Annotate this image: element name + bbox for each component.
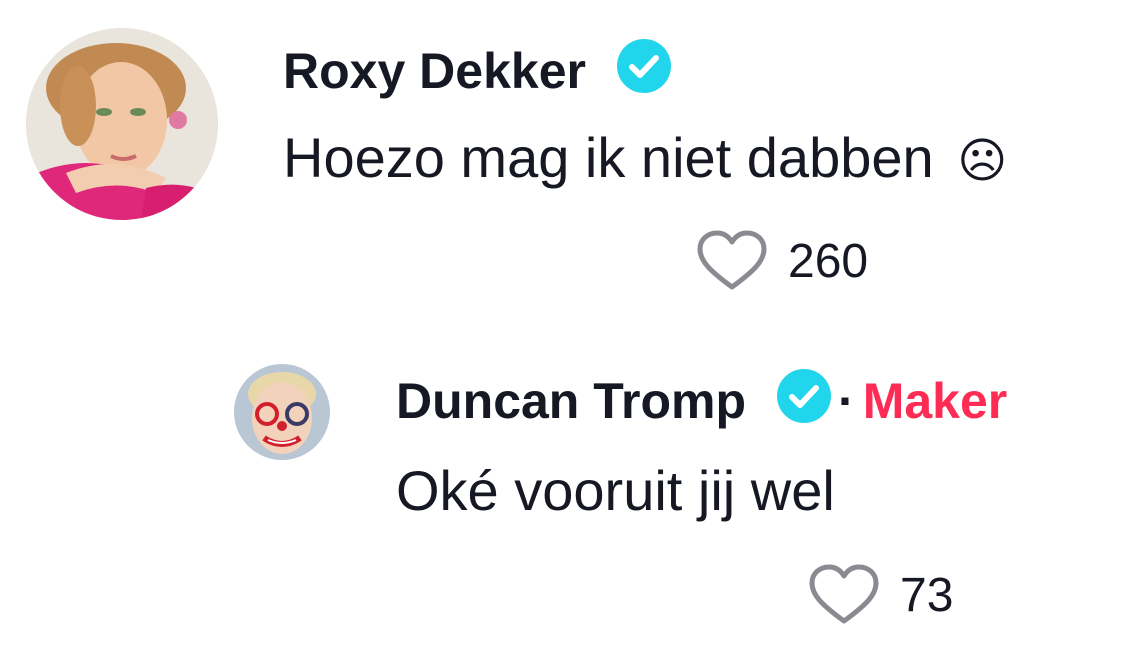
frown-emoji: ☹ <box>957 133 1008 189</box>
avatar-boy-face-paint-icon <box>234 364 330 460</box>
separator-dot: · <box>838 373 855 429</box>
maker-badge: Maker <box>862 373 1008 429</box>
avatar-woman-portrait-icon <box>26 28 218 220</box>
reply-item: Duncan Tromp · Maker Oké vooruit jij wel… <box>0 340 1140 646</box>
like-count: 260 <box>788 234 869 288</box>
heart-outline-icon <box>697 230 767 290</box>
username-text: Duncan Tromp <box>396 373 747 429</box>
like-button[interactable]: 73 <box>808 562 953 628</box>
avatar[interactable] <box>234 364 330 460</box>
reply-username[interactable]: Duncan Tromp · Maker <box>396 369 1008 432</box>
verified-badge-icon <box>616 39 671 93</box>
like-button[interactable]: 260 <box>696 228 868 294</box>
heart-outline-icon <box>809 564 879 624</box>
avatar[interactable] <box>26 28 218 220</box>
verified-badge-icon <box>777 369 832 423</box>
comment-item: Roxy Dekker Hoezo mag ik niet dabben ☹ 2… <box>0 0 1140 320</box>
username-text: Roxy Dekker <box>283 43 586 99</box>
like-count: 73 <box>900 568 954 622</box>
comment-text: Hoezo mag ik niet dabben ☹ <box>283 126 1008 189</box>
comment-username[interactable]: Roxy Dekker <box>283 39 672 102</box>
reply-text: Oké vooruit jij wel <box>396 459 835 522</box>
